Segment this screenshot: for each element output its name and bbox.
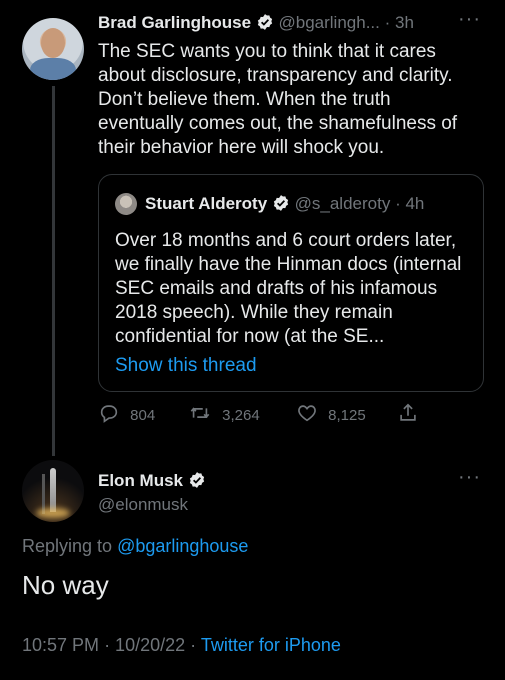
heart-icon (298, 405, 316, 422)
replying-to-prefix: Replying to (22, 536, 113, 556)
tweet2-header: Elon Musk (98, 470, 206, 492)
more-options-icon[interactable]: ··· (458, 8, 481, 31)
share-icon (400, 403, 416, 421)
avatar-elon-musk[interactable] (22, 460, 84, 522)
tweet1-time[interactable]: · 3h (385, 13, 414, 32)
reply-icon (100, 405, 118, 423)
quote-text: Over 18 months and 6 court orders later,… (115, 230, 462, 347)
tweet1-header: Brad Garlinghouse @bgarlingh... · 3h (98, 12, 414, 34)
quote-header: Stuart Alderoty @s_alderoty · 4h (145, 193, 424, 215)
tweet1-author-name[interactable]: Brad Garlinghouse (98, 13, 251, 32)
more-options-icon[interactable]: ··· (458, 466, 481, 489)
retweet-action[interactable]: 3,264 (188, 402, 260, 424)
replying-to-line: Replying to @bgarlinghouse (22, 536, 248, 557)
tweet1-text: The SEC wants you to think that it cares… (98, 41, 458, 158)
thread-connector-line (52, 86, 55, 456)
retweet-icon (190, 407, 210, 419)
tweet2-author-name[interactable]: Elon Musk (98, 471, 183, 490)
tweet2-text: No way (22, 570, 109, 600)
replying-to-handle-link[interactable]: @bgarlinghouse (117, 536, 248, 556)
reply-count: 804 (130, 407, 156, 424)
quote-author-name: Stuart Alderoty (145, 194, 268, 213)
tweet2-time[interactable]: 10:57 PM (22, 635, 99, 655)
avatar-face (41, 28, 65, 58)
avatar-stuart-alderoty (115, 193, 137, 215)
quote-time: · 4h (395, 194, 425, 213)
avatar-brad-garlinghouse[interactable] (22, 18, 84, 80)
avatar-shirt (30, 58, 76, 80)
tweet2-date[interactable]: · 10/20/22 · (104, 635, 196, 655)
tweet2-meta: 10:57 PM · 10/20/22 · Twitter for iPhone (22, 635, 341, 656)
verified-badge-icon (257, 14, 272, 30)
avatar-rocket (50, 468, 56, 512)
tweet1-handle[interactable]: @bgarlingh... (279, 13, 380, 32)
like-action[interactable]: 8,125 (296, 402, 366, 424)
show-thread-link[interactable]: Show this thread (115, 355, 257, 377)
quote-handle: @s_alderoty (294, 194, 391, 213)
reply-action[interactable]: 804 (98, 402, 155, 424)
verified-badge-icon (189, 472, 204, 488)
like-count: 8,125 (328, 407, 366, 424)
share-action[interactable] (397, 402, 419, 424)
retweet-count: 3,264 (222, 407, 260, 424)
tweet2-source-link[interactable]: Twitter for iPhone (201, 635, 341, 655)
quoted-tweet-card[interactable]: Stuart Alderoty @s_alderoty · 4h Over 18… (98, 174, 484, 392)
avatar-engine-glow (36, 508, 70, 518)
tweet2-handle[interactable]: @elonmusk (98, 495, 188, 515)
verified-badge-icon (273, 195, 289, 211)
